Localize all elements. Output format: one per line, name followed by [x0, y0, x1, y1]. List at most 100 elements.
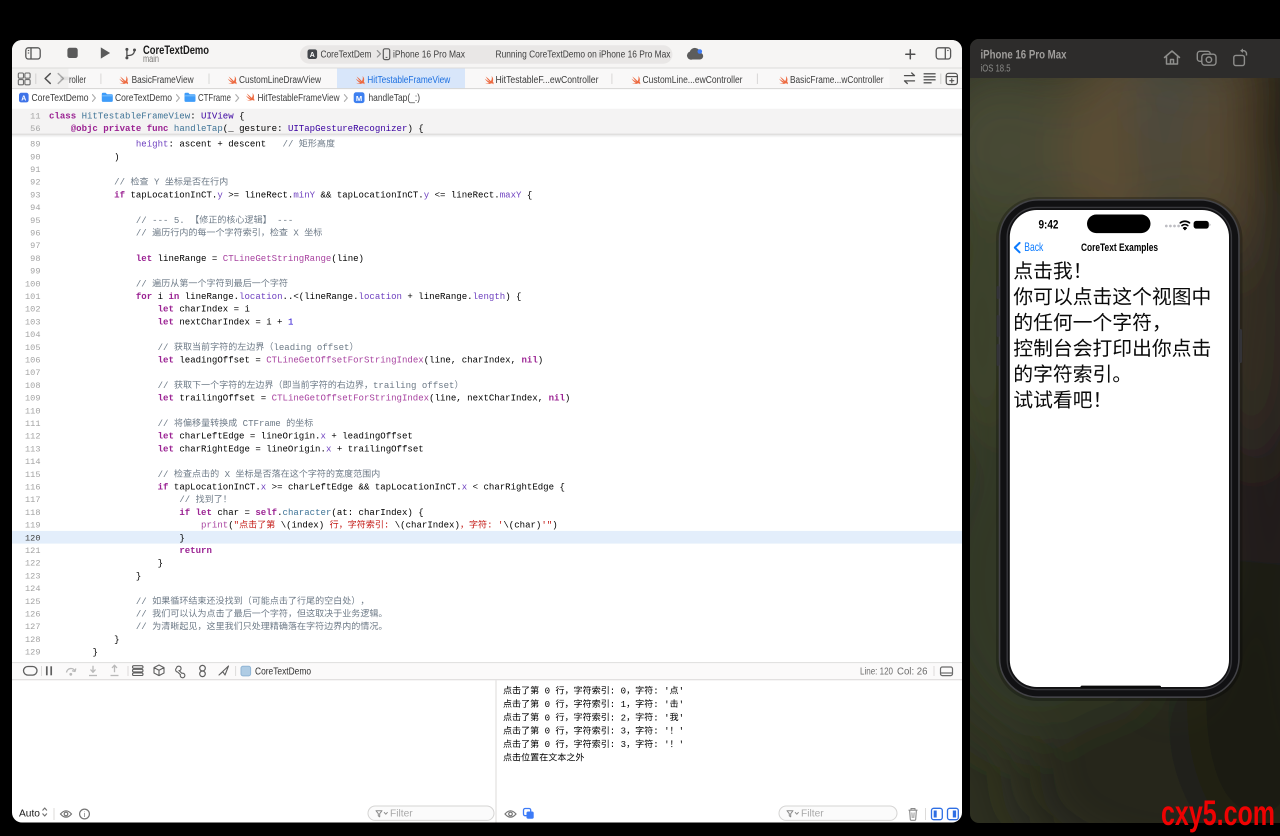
- svg-text:char =: char =: [212, 507, 255, 518]
- svg-text:for: for: [136, 291, 152, 302]
- svg-text://: //: [179, 494, 195, 505]
- svg-text:': ': [679, 712, 684, 723]
- svg-text:Back: Back: [1024, 241, 1043, 254]
- svg-text:\(index): \(index): [281, 520, 324, 531]
- svg-text:}: }: [179, 532, 184, 543]
- svg-text:if: if: [114, 189, 125, 200]
- svg-text:123: 123: [25, 571, 40, 581]
- svg-text:location: location: [359, 291, 402, 302]
- svg-text:CTLineGetOffsetForStringIndex: CTLineGetOffsetForStringIndex: [266, 355, 423, 366]
- svg-text:let: let: [158, 316, 174, 327]
- svg-text:BasicFrame...wController: BasicFrame...wController: [790, 75, 884, 86]
- svg-text://: //: [136, 596, 152, 607]
- svg-text:101: 101: [25, 292, 40, 302]
- svg-text:122: 122: [25, 559, 40, 569]
- svg-text:: 0: : 0: [610, 686, 626, 697]
- svg-text:nextCharIndex = i +: nextCharIndex = i +: [174, 316, 288, 327]
- svg-text:56: 56: [30, 124, 40, 134]
- svg-text:91: 91: [30, 165, 40, 175]
- svg-text:nil: nil: [521, 355, 538, 366]
- svg-text:(line, nextCharIndex,: (line, nextCharIndex,: [429, 393, 548, 404]
- svg-text:\(charIndex): \(charIndex): [395, 520, 460, 531]
- svg-text:trailingOffset =: trailingOffset =: [174, 393, 272, 404]
- svg-text:print: print: [201, 520, 228, 531]
- svg-text:tapLocationInCT.: tapLocationInCT.: [168, 482, 260, 493]
- svg-text:@objc: @objc: [71, 123, 98, 134]
- svg-text:// --- 5.: // --- 5.: [136, 215, 190, 226]
- svg-text:126: 126: [25, 610, 40, 620]
- svg-text:102: 102: [25, 305, 40, 315]
- svg-text:98: 98: [30, 254, 40, 264]
- svg-text:charLeftEdge = lineOrigin.: charLeftEdge = lineOrigin.: [174, 431, 321, 442]
- svg-text:106: 106: [25, 356, 40, 366]
- svg-text:{: {: [521, 189, 532, 200]
- svg-text:A: A: [21, 95, 26, 102]
- svg-text:0: 0: [539, 739, 555, 750]
- svg-text:94: 94: [30, 203, 40, 213]
- svg-text:HitTestableFrameView: HitTestableFrameView: [367, 75, 451, 86]
- svg-text:: ': : ': [653, 739, 669, 750]
- svg-text:cxy5.com: cxy5.com: [1161, 794, 1275, 833]
- svg-text:..<(lineRange.: ..<(lineRange.: [283, 291, 359, 302]
- svg-text:main: main: [143, 54, 159, 65]
- svg-text://: //: [136, 621, 152, 632]
- svg-text:self: self: [255, 507, 277, 518]
- svg-text:minY: minY: [293, 189, 315, 200]
- svg-text:(at: charIndex) {: (at: charIndex) {: [331, 507, 423, 518]
- svg-text:CoreText Examples: CoreText Examples: [1081, 242, 1158, 254]
- svg-text:CoreTextDemo: CoreTextDemo: [115, 93, 172, 104]
- svg-text:iPhone 16 Pro Max: iPhone 16 Pro Max: [981, 48, 1067, 62]
- svg-text:< charRightEdge {: < charRightEdge {: [467, 482, 565, 493]
- svg-text:: 2: : 2: [610, 712, 626, 723]
- svg-text:92: 92: [30, 178, 40, 188]
- svg-text:<= lineRect.: <= lineRect.: [429, 189, 500, 200]
- svg-text:) {: ) {: [505, 291, 521, 302]
- svg-text:maxY: maxY: [500, 189, 522, 200]
- svg-text:nil: nil: [549, 393, 566, 404]
- svg-text:---: ---: [272, 215, 294, 226]
- svg-text:+ leadingOffset: + leadingOffset: [326, 431, 413, 442]
- svg-text:97: 97: [30, 241, 40, 251]
- svg-text:128: 128: [25, 635, 40, 645]
- svg-text:i: i: [152, 291, 168, 302]
- svg-text:\(char): \(char): [503, 520, 541, 531]
- svg-text:UITapGestureRecognizer: UITapGestureRecognizer: [288, 123, 407, 134]
- svg-text:CoreTextDemo: CoreTextDemo: [32, 93, 89, 104]
- svg-text:: 3: : 3: [610, 739, 626, 750]
- svg-text:iPhone 16 Pro Max: iPhone 16 Pro Max: [393, 50, 466, 61]
- svg-text:) {: ) {: [407, 123, 423, 134]
- svg-text:11: 11: [30, 112, 40, 122]
- svg-text:99: 99: [30, 267, 40, 277]
- svg-text:func: func: [147, 123, 169, 134]
- svg-text://: //: [158, 342, 174, 353]
- svg-text:0: 0: [539, 686, 555, 697]
- svg-text:tapLocationInCT.: tapLocationInCT.: [125, 189, 217, 200]
- svg-text:M: M: [356, 94, 362, 103]
- svg-text:Filter: Filter: [390, 809, 413, 820]
- svg-text:115: 115: [25, 470, 40, 480]
- svg-text:character: character: [283, 507, 332, 518]
- svg-text:location: location: [239, 291, 282, 302]
- svg-text://: //: [136, 228, 152, 239]
- svg-text:Y: Y: [149, 177, 165, 188]
- svg-text:}: }: [136, 570, 141, 581]
- svg-text:119: 119: [25, 521, 40, 531]
- svg-text:108: 108: [25, 381, 40, 391]
- svg-text:let: let: [158, 304, 174, 315]
- svg-text:100: 100: [25, 279, 40, 289]
- svg-text:0: 0: [539, 699, 555, 710]
- svg-text:121: 121: [25, 546, 40, 556]
- svg-text:HitTestableFrameView: HitTestableFrameView: [82, 111, 191, 122]
- svg-text://: //: [283, 139, 299, 150]
- svg-text:handleTap(_:): handleTap(_:): [369, 93, 421, 104]
- svg-text:CustomLineDrawView: CustomLineDrawView: [239, 75, 322, 86]
- svg-text:charIndex = i: charIndex = i: [174, 304, 250, 315]
- svg-text:}: }: [92, 647, 97, 658]
- svg-text:9:42: 9:42: [1039, 218, 1059, 232]
- svg-text::: :: [384, 520, 395, 531]
- svg-text:let: let: [158, 443, 174, 454]
- svg-text:0: 0: [539, 726, 555, 737]
- svg-text:trailing offset: trailing offset: [373, 380, 454, 391]
- svg-text:89: 89: [30, 140, 40, 150]
- svg-text:109: 109: [25, 394, 40, 404]
